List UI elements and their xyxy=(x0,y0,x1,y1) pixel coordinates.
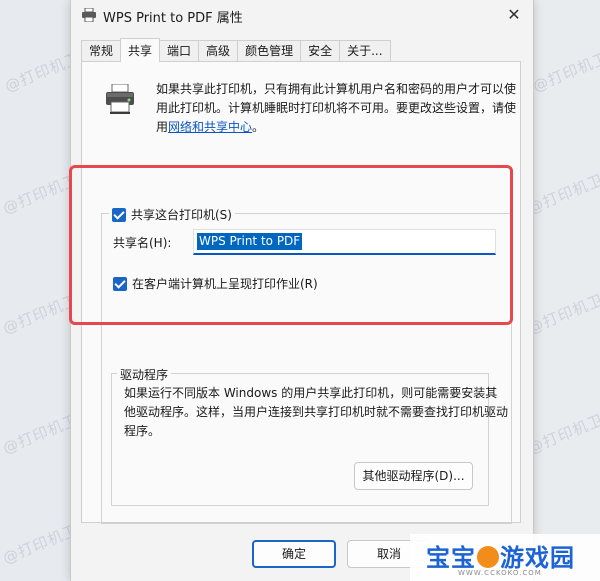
sharing-info-text: 如果共享此打印机，只有拥有此计算机用户名和密码的用户才可以使用此打印机。计算机睡… xyxy=(156,82,517,134)
tab-color-management[interactable]: 颜色管理 xyxy=(237,40,302,62)
brand-name: 宝宝 游戏园 xyxy=(426,544,575,572)
network-sharing-center-link[interactable]: 网络和共享中心 xyxy=(168,120,252,134)
watermark: @打印机卫士 xyxy=(525,164,600,218)
ok-button[interactable]: 确定 xyxy=(252,540,336,568)
site-logo: 宝宝 游戏园 WWW.CCKOKO.COM xyxy=(410,534,600,581)
title-bar[interactable]: WPS Print to PDF 属性 ✕ xyxy=(71,0,533,30)
brand-url: WWW.CCKOKO.COM xyxy=(458,569,542,577)
printer-icon xyxy=(82,8,96,22)
watermark: @打印机卫士 xyxy=(525,284,600,338)
tab-advanced[interactable]: 高级 xyxy=(198,40,239,62)
drivers-description: 如果运行不同版本 Windows 的用户共享此打印机，则可能需要安装其他驱动程序… xyxy=(124,386,509,438)
tab-security[interactable]: 安全 xyxy=(300,40,341,62)
drivers-legend: 驱动程序 xyxy=(117,366,172,383)
tab-about[interactable]: 关于... xyxy=(339,40,391,62)
brand-k-icon xyxy=(477,546,499,568)
tab-bar: 常规 共享 端口 高级 颜色管理 安全 关于... xyxy=(81,38,391,62)
annotation-highlight-box xyxy=(69,165,513,325)
tab-ports[interactable]: 端口 xyxy=(159,40,200,62)
window-title: WPS Print to PDF 属性 xyxy=(103,11,243,26)
tab-general[interactable]: 常规 xyxy=(81,40,122,62)
tab-sharing[interactable]: 共享 xyxy=(120,38,161,62)
watermark: @打印机卫士 xyxy=(530,42,600,96)
printer-icon xyxy=(106,84,134,114)
close-icon[interactable]: ✕ xyxy=(503,4,525,26)
additional-drivers-button[interactable]: 其他驱动程序(D)... xyxy=(354,462,473,490)
watermark: @打印机卫士 xyxy=(525,404,600,458)
